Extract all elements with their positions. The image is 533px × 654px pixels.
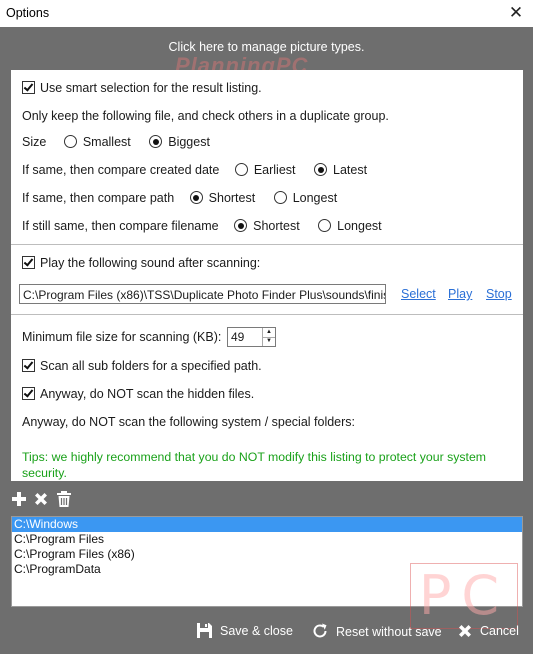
reset-without-save-button[interactable]: Reset without save — [311, 622, 442, 640]
radio-label: Longest — [337, 219, 382, 233]
cancel-button[interactable]: Cancel — [457, 622, 519, 640]
path-longest-radio[interactable]: Longest — [273, 189, 338, 207]
dialog-footer: Save & close Reset without save Cancel — [0, 616, 533, 646]
save-icon — [197, 623, 212, 638]
tips-text: Tips: we highly recommend that you do NO… — [22, 450, 487, 480]
cancel-icon — [459, 625, 471, 637]
scan-subfolders-checkbox[interactable]: Scan all sub folders for a specified pat… — [22, 357, 262, 375]
path-label: If same, then compare path — [22, 191, 175, 205]
scan-settings-panel: Minimum file size for scanning (KB): 49 … — [11, 314, 523, 481]
stop-sound-link[interactable]: Stop — [486, 287, 512, 301]
filename-option-row: If still same, then compare filename Sho… — [22, 217, 382, 235]
filename-label: If still same, then compare filename — [22, 219, 219, 233]
radio-icon[interactable] — [273, 191, 287, 204]
min-size-label: Minimum file size for scanning (KB): — [22, 330, 222, 344]
size-label: Size — [22, 135, 47, 149]
sound-path-field[interactable]: C:\Program Files (x86)\TSS\Duplicate Pho… — [19, 284, 386, 304]
date-latest-radio[interactable]: Latest — [314, 161, 367, 179]
list-item[interactable]: C:\Windows — [12, 517, 522, 532]
play-sound-checkbox[interactable]: Play the following sound after scanning: — [22, 254, 260, 272]
system-folders-label: Anyway, do NOT scan the following system… — [22, 415, 356, 429]
smart-selection-panel: Use smart selection for the result listi… — [11, 70, 523, 245]
path-shortest-radio[interactable]: Shortest — [189, 189, 256, 207]
min-size-value[interactable]: 49 — [231, 330, 244, 344]
radio-label: Smallest — [82, 135, 131, 149]
stepper-arrows: ▲ ▼ — [262, 328, 275, 346]
filename-shortest-radio[interactable]: Shortest — [234, 217, 300, 235]
radio-icon[interactable] — [63, 135, 77, 148]
radio-label: Shortest — [208, 191, 256, 205]
list-item[interactable]: C:\ProgramData — [12, 562, 522, 577]
select-sound-link[interactable]: Select — [401, 287, 436, 301]
smart-selection-label: Use smart selection for the result listi… — [40, 81, 262, 95]
radio-label: Latest — [333, 163, 368, 177]
radio-label: Earliest — [253, 163, 296, 177]
stepper-down-icon[interactable]: ▼ — [263, 337, 275, 346]
list-item[interactable]: C:\Program Files — [12, 532, 522, 547]
checkbox-icon[interactable] — [22, 387, 35, 400]
radio-icon[interactable] — [189, 191, 203, 204]
radio-icon[interactable] — [318, 219, 332, 232]
size-biggest-radio[interactable]: Biggest — [149, 133, 210, 151]
size-smallest-radio[interactable]: Smallest — [63, 133, 131, 151]
manage-picture-types-link[interactable]: Click here to manage picture types. — [0, 40, 533, 54]
options-frame: Click here to manage picture types. Plan… — [0, 27, 533, 654]
excluded-folders-list[interactable]: C:\Windows C:\Program Files C:\Program F… — [11, 516, 523, 607]
close-icon[interactable]: ✕ — [499, 0, 533, 27]
radio-icon[interactable] — [234, 219, 248, 232]
list-item[interactable]: C:\Program Files (x86) — [12, 547, 522, 562]
radio-label: Shortest — [253, 219, 300, 233]
save-close-label: Save & close — [220, 624, 293, 638]
play-sound-label: Play the following sound after scanning: — [40, 256, 261, 270]
keep-instruction: Only keep the following file, and check … — [22, 109, 389, 123]
checkbox-icon[interactable] — [22, 359, 35, 372]
checkbox-icon[interactable] — [22, 256, 35, 269]
date-label: If same, then compare created date — [22, 163, 220, 177]
window-title: Options — [6, 6, 50, 20]
radio-icon[interactable] — [314, 163, 327, 176]
min-size-stepper[interactable]: 49 ▲ ▼ — [227, 327, 276, 347]
radio-icon[interactable] — [149, 135, 163, 148]
smart-selection-checkbox[interactable]: Use smart selection for the result listi… — [22, 79, 262, 97]
add-icon[interactable] — [11, 489, 31, 509]
size-option-row: Size Smallest Biggest — [22, 133, 210, 151]
filename-longest-radio[interactable]: Longest — [318, 217, 382, 235]
sound-panel: Play the following sound after scanning:… — [11, 244, 523, 315]
skip-hidden-checkbox[interactable]: Anyway, do NOT scan the hidden files. — [22, 385, 254, 403]
play-sound-link[interactable]: Play — [448, 287, 472, 301]
checkbox-icon[interactable] — [22, 81, 35, 94]
cancel-label: Cancel — [480, 624, 519, 638]
path-option-row: If same, then compare path Shortest Long… — [22, 189, 337, 207]
radio-label: Biggest — [168, 135, 210, 149]
title-bar: Options ✕ — [0, 0, 533, 28]
date-earliest-radio[interactable]: Earliest — [234, 161, 296, 179]
date-option-row: If same, then compare created date Earli… — [22, 161, 367, 179]
skip-hidden-label: Anyway, do NOT scan the hidden files. — [40, 387, 255, 401]
reset-icon — [313, 623, 327, 638]
reset-label: Reset without save — [336, 625, 442, 639]
trash-icon[interactable] — [56, 489, 76, 509]
radio-label: Longest — [292, 191, 338, 205]
remove-icon[interactable] — [33, 489, 53, 509]
scan-subfolders-label: Scan all sub folders for a specified pat… — [40, 359, 262, 373]
radio-icon[interactable] — [234, 163, 248, 176]
save-close-button[interactable]: Save & close — [196, 622, 293, 640]
